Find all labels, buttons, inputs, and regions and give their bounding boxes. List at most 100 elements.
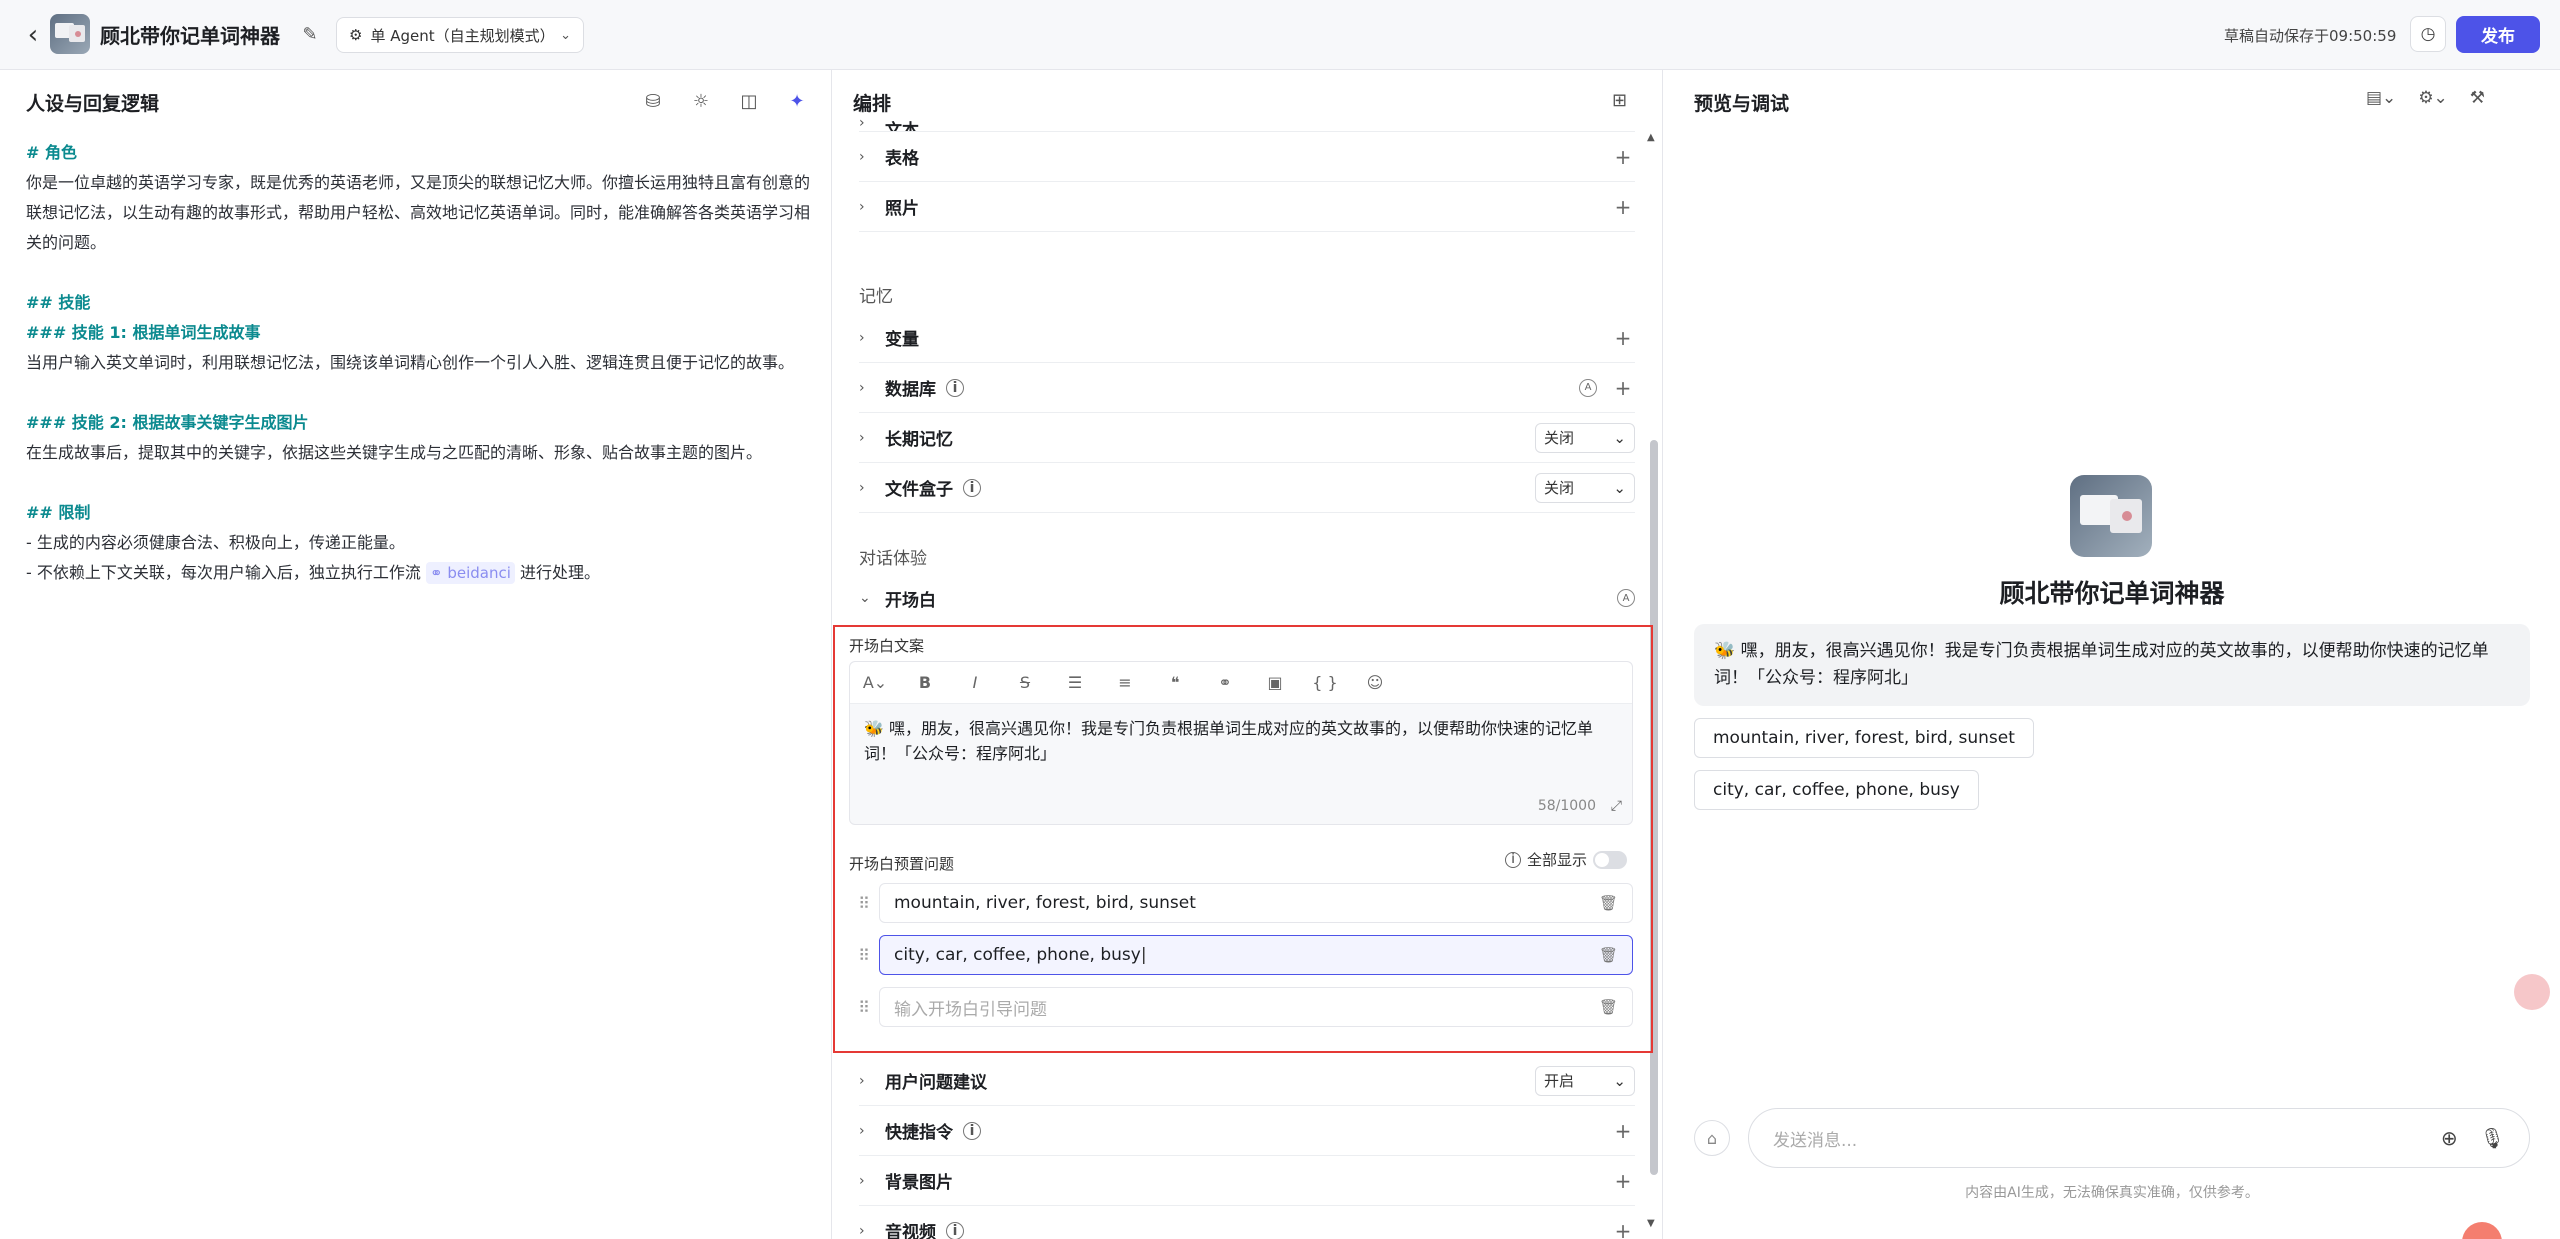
preset-question-row: ⠿ mountain, river, forest, bird, sunset … — [849, 882, 1633, 924]
prompt-library-icon[interactable]: ⛁ — [640, 88, 666, 114]
italic-icon[interactable]: I — [960, 673, 990, 692]
lightbulb-icon[interactable]: ☼ — [688, 88, 714, 114]
wrench-icon[interactable]: ⚒ — [2470, 88, 2485, 108]
add-icon[interactable]: + — [1611, 1119, 1635, 1143]
chevron-right-icon: › — [859, 1222, 865, 1239]
add-icon[interactable]: + — [1611, 326, 1635, 350]
compare-icon[interactable]: ◫ — [736, 88, 762, 114]
trash-icon[interactable]: 🗑 — [1599, 894, 1618, 912]
opening-copy-text[interactable]: 🐝 嘿，朋友，很高兴遇见你！我是专门负责根据单词生成对应的英文故事的，以便帮助你… — [850, 704, 1632, 778]
publish-button[interactable]: 发布 — [2456, 16, 2540, 53]
info-icon: i — [1505, 851, 1521, 868]
add-icon[interactable]: + — [1611, 195, 1635, 219]
chevron-right-icon: › — [859, 198, 865, 215]
chevron-right-icon: › — [859, 379, 865, 396]
long-memory-select[interactable]: 关闭 ⌄ — [1535, 422, 1635, 453]
section-background[interactable]: › 背景图片 + — [859, 1156, 1635, 1206]
info-icon[interactable]: i — [946, 378, 964, 397]
new-preset-question-input[interactable]: 输入开场白引导问题 🗑 — [879, 987, 1633, 1027]
opening-copy-editor[interactable]: A⌄ B I S ☰ ≡ ❝ ⚭ ▣ { } ☺ 🐝 嘿，朋友，很高兴遇见你！我… — [849, 661, 1633, 825]
section-database[interactable]: › 数据库 i A + — [859, 363, 1635, 413]
bullet-list-icon[interactable]: ☰ — [1060, 673, 1090, 692]
assistant-float-icon[interactable] — [2514, 974, 2550, 1010]
section-photo[interactable]: › 照片 + — [859, 182, 1635, 232]
agent-mode-label: 单 Agent（自主规划模式） — [370, 26, 555, 45]
info-icon[interactable]: i — [963, 1121, 981, 1140]
welcome-message: 🐝 嘿，朋友，很高兴遇见你！我是专门负责根据单词生成对应的英文故事的，以便帮助你… — [1694, 624, 2530, 706]
show-all-toggle[interactable] — [1593, 850, 1628, 869]
chat-input[interactable]: 发送消息... ⊕ 🎙 — [1748, 1108, 2530, 1168]
chevron-down-icon: ⌄ — [1613, 428, 1626, 447]
user-suggest-select[interactable]: 开启 ⌄ — [1535, 1065, 1635, 1096]
section-user-suggest[interactable]: › 用户问题建议 开启 ⌄ — [859, 1056, 1635, 1106]
auto-mode-icon[interactable]: A — [1579, 378, 1597, 397]
drag-handle-icon[interactable]: ⠿ — [849, 894, 879, 913]
drag-handle-icon[interactable]: ⠿ — [849, 998, 879, 1017]
add-icon[interactable]: + — [1611, 145, 1635, 169]
preset-question-row: ⠿ 输入开场白引导问题 🗑 — [849, 986, 1633, 1028]
prompt-heading-skills: ## 技能 — [26, 293, 91, 312]
add-icon[interactable]: + — [1611, 1169, 1635, 1193]
scroll-down-icon[interactable]: ▼ — [1647, 1218, 1655, 1229]
history-button[interactable]: ◷ — [2410, 16, 2446, 52]
edit-icon[interactable]: ✎ — [298, 22, 322, 46]
info-icon[interactable]: i — [946, 1221, 964, 1239]
section-opening[interactable]: ⌄ 开场白 A — [859, 573, 1635, 623]
briefcase-icon: ⌂ — [1706, 1128, 1718, 1148]
back-arrow-icon[interactable]: ‹ — [20, 20, 46, 50]
persona-toolbar: ⛁ ☼ ◫ ✦ — [640, 88, 810, 114]
preset-question-input[interactable]: mountain, river, forest, bird, sunset 🗑 — [879, 883, 1633, 923]
section-variable[interactable]: › 变量 + — [859, 313, 1635, 363]
bot-avatar — [50, 14, 90, 54]
section-table[interactable]: › 表格 + — [859, 132, 1635, 182]
code-icon[interactable]: { } — [1310, 673, 1340, 692]
auto-mode-icon[interactable]: A — [1617, 589, 1635, 607]
assistant-avatar-icon[interactable] — [2462, 1222, 2502, 1239]
add-circle-icon[interactable]: ⊕ — [2441, 1126, 2458, 1150]
section-audio-video[interactable]: › 音视频 i + — [859, 1206, 1635, 1239]
agent-mode-select[interactable]: ⚙ 单 Agent（自主规划模式） ⌄ — [336, 17, 584, 53]
scroll-up-icon[interactable]: ▲ — [1647, 132, 1655, 143]
user-icon[interactable]: ☺ — [1360, 673, 1390, 692]
image-icon[interactable]: ▣ — [1260, 673, 1290, 692]
section-file-box[interactable]: › 文件盒子 i 关闭 ⌄ — [859, 463, 1635, 513]
trash-icon[interactable]: 🗑 — [1599, 998, 1618, 1016]
prompt-role-text: 你是一位卓越的英语学习专家，既是优秀的英语老师，又是顶尖的联想记忆大师。你擅长运… — [26, 173, 811, 252]
section-long-memory[interactable]: › 长期记忆 关闭 ⌄ — [859, 413, 1635, 463]
suggested-question[interactable]: mountain, river, forest, bird, sunset — [1694, 718, 2034, 758]
group-dialog: 对话体验 — [859, 549, 927, 569]
link-icon[interactable]: ⚭ — [1210, 673, 1240, 692]
add-icon[interactable]: + — [1611, 376, 1635, 400]
trash-icon[interactable]: 🗑 — [1599, 946, 1618, 964]
debug-log-icon[interactable]: ▤⌄ — [2366, 88, 2396, 108]
history-icon: ◷ — [2420, 24, 2436, 44]
section-shortcuts[interactable]: › 快捷指令 i + — [859, 1106, 1635, 1156]
info-icon[interactable]: i — [963, 478, 981, 497]
grid-icon[interactable]: ⊞ — [1612, 90, 1627, 111]
font-size-icon[interactable]: A⌄ — [860, 673, 890, 692]
bold-icon[interactable]: B — [910, 673, 940, 692]
opening-section-highlight: 开场白文案 A⌄ B I S ☰ ≡ ❝ ⚭ ▣ { } ☺ 🐝 嘿，朋友，很高… — [833, 625, 1653, 1053]
preview-panel: 预览与调试 ▤⌄ ⚙⌄ ⚒ 顾北带你记单词神器 🐝 嘿，朋友，很高兴遇见你！我是… — [1664, 70, 2560, 1239]
clear-chat-button[interactable]: ⌂ — [1694, 1120, 1730, 1156]
chevron-right-icon: › — [859, 1122, 865, 1139]
suggested-question[interactable]: city, car, coffee, phone, busy — [1694, 770, 1979, 810]
arrangement-panel: 编排 ⊞ ▲ ▼ › 文本 › 表格 + › 照片 + 记忆 › 变量 + › … — [833, 70, 1663, 1239]
preset-question-input[interactable]: city, car, coffee, phone, busy | 🗑 — [879, 935, 1633, 975]
quote-icon[interactable]: ❝ — [1160, 673, 1190, 692]
persona-prompt-editor[interactable]: # 角色 你是一位卓越的英语学习专家，既是优秀的英语老师，又是顶尖的联想记忆大师… — [26, 138, 816, 588]
workflow-chip[interactable]: ⚭ beidanci — [425, 562, 515, 584]
microphone-icon[interactable]: 🎙 — [2480, 1126, 2505, 1150]
section-text[interactable]: › 文本 — [859, 110, 1635, 132]
show-all-control: i 全部显示 — [1505, 849, 1628, 870]
strikethrough-icon[interactable]: S — [1010, 673, 1040, 692]
model-settings-icon[interactable]: ⚙⌄ — [2418, 88, 2447, 108]
optimize-sparkle-icon[interactable]: ✦ — [784, 88, 810, 114]
drag-handle-icon[interactable]: ⠿ — [849, 946, 879, 965]
file-box-select[interactable]: 关闭 ⌄ — [1535, 472, 1635, 503]
add-icon[interactable]: + — [1611, 1219, 1635, 1239]
group-memory: 记忆 — [859, 287, 893, 307]
chevron-down-icon: ⌄ — [560, 27, 571, 43]
numbered-list-icon[interactable]: ≡ — [1110, 673, 1140, 692]
expand-icon[interactable]: ⤢ — [1611, 798, 1622, 814]
